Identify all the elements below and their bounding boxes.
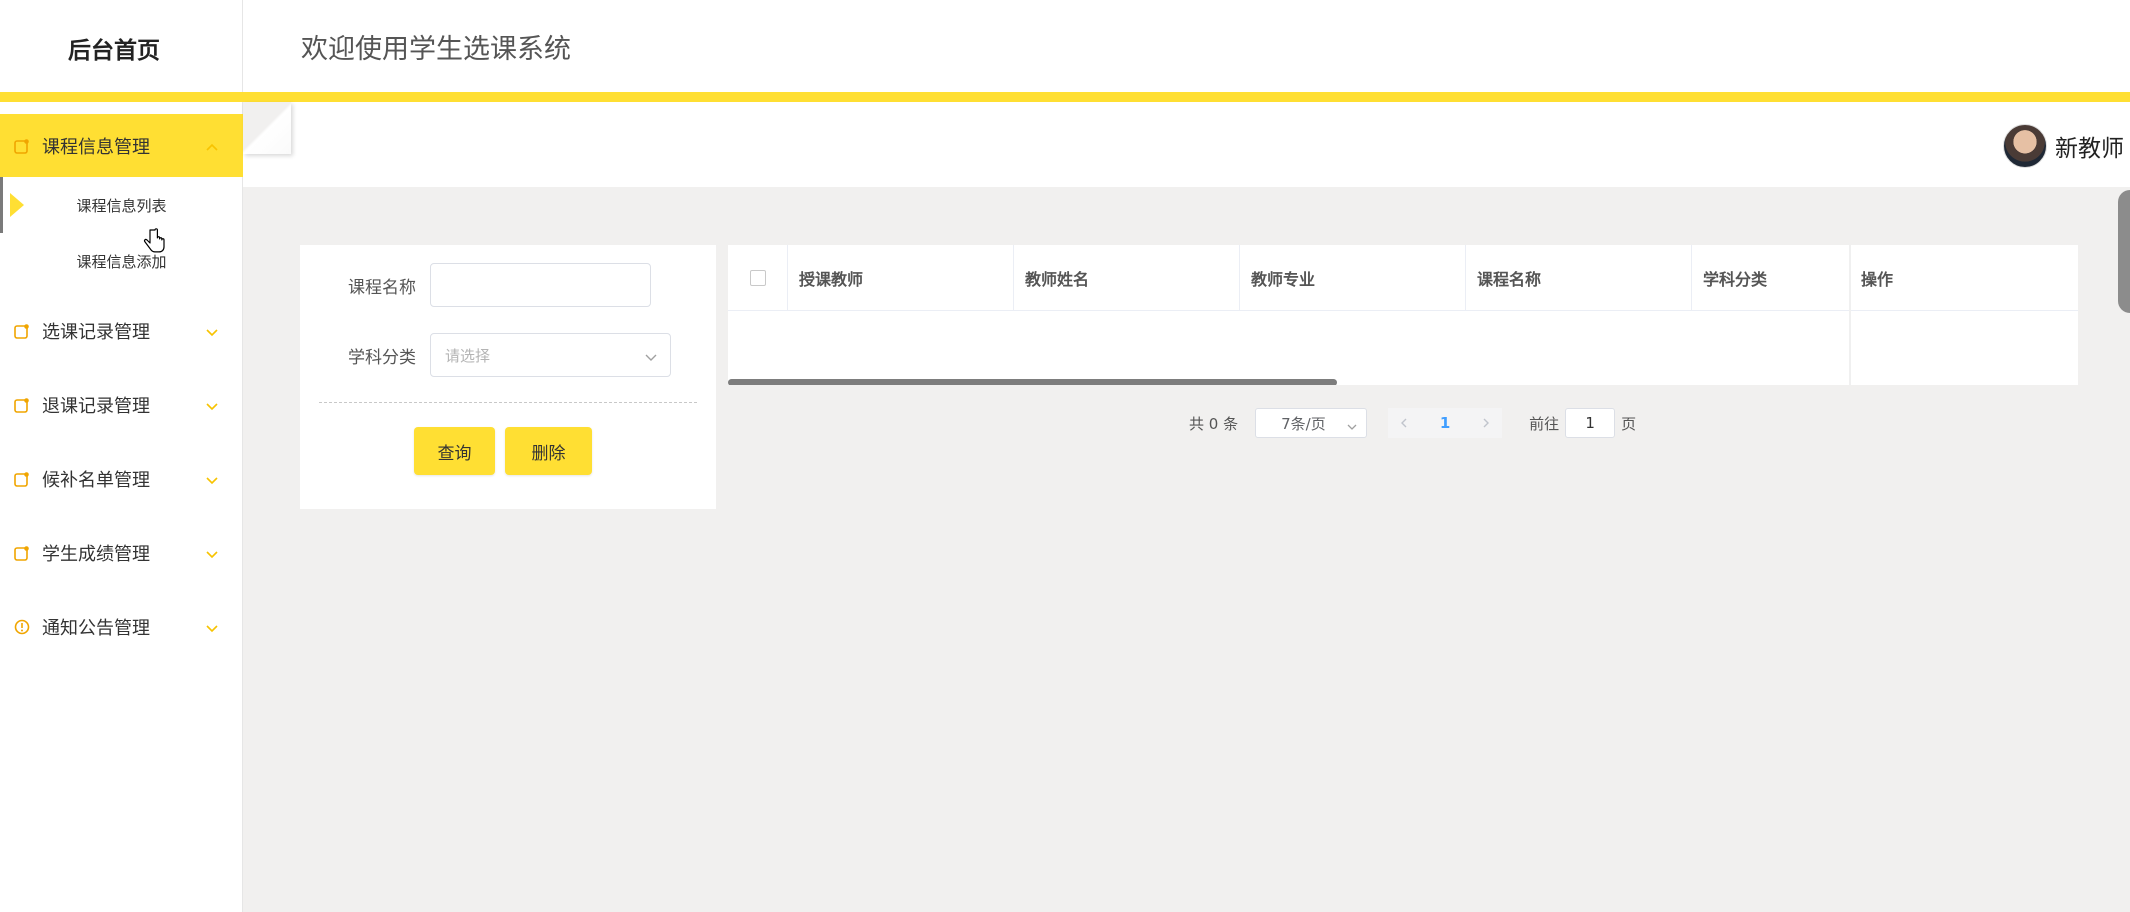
sidebar-subitem-course-add[interactable]: 课程信息添加	[0, 233, 243, 289]
submenu-course-info: 课程信息列表 课程信息添加	[0, 177, 243, 289]
page-fold-corner	[243, 102, 291, 154]
sidebar-item-label: 候补名单管理	[42, 469, 150, 491]
next-page-button[interactable]	[1470, 408, 1503, 438]
chevron-down-icon	[205, 321, 219, 342]
hand-cursor-icon	[143, 228, 165, 253]
course-name-label: 课程名称	[348, 277, 416, 298]
prev-page-button[interactable]	[1388, 408, 1421, 438]
chevron-down-icon	[205, 469, 219, 490]
page-size-value: 7条/页	[1281, 414, 1326, 433]
column-header[interactable]: 授课教师	[788, 245, 1014, 311]
sidebar-item-label: 课程信息管理	[42, 136, 150, 158]
page-size-select[interactable]: 7条/页	[1255, 408, 1368, 438]
total-count: 共 0 条	[1189, 414, 1239, 433]
avatar[interactable]	[2003, 124, 2047, 168]
category-label: 学科分类	[348, 347, 416, 368]
sidebar-item-selection-records[interactable]: 选课记录管理	[0, 299, 243, 362]
chevron-down-icon	[205, 395, 219, 416]
goto-suffix: 页	[1621, 414, 1637, 433]
edit-icon	[14, 471, 30, 487]
course-name-row: 课程名称	[300, 263, 651, 307]
selection-indicator	[0, 177, 3, 233]
sidebar-item-grades[interactable]: 学生成绩管理	[0, 521, 243, 584]
category-select[interactable]: 请选择	[430, 333, 671, 377]
sidebar-subitem-label: 课程信息列表	[76, 196, 167, 215]
column-header[interactable]: 教师专业	[1240, 245, 1466, 311]
select-all-checkbox[interactable]	[749, 270, 766, 286]
sidebar-item-drop-records[interactable]: 退课记录管理	[0, 373, 243, 436]
goto-page-input[interactable]: 1	[1565, 408, 1616, 438]
category-placeholder: 请选择	[445, 346, 491, 365]
sidebar-item-notices[interactable]: 通知公告管理	[0, 595, 243, 658]
sidebar-item-course-info[interactable]: 课程信息管理	[0, 114, 243, 177]
side-scroll-handle[interactable]	[2118, 190, 2130, 313]
edit-icon	[14, 323, 30, 339]
brand-title[interactable]: 后台首页	[0, 0, 242, 95]
search-form: 课程名称 学科分类 请选择 查询 删除	[300, 245, 716, 509]
column-header[interactable]: 课程名称	[1466, 245, 1692, 311]
edit-icon	[14, 545, 30, 561]
chevron-left-icon	[1401, 418, 1407, 428]
course-name-input[interactable]	[430, 263, 651, 307]
sidebar-item-waitlist[interactable]: 候补名单管理	[0, 447, 243, 510]
top-header: 欢迎使用学生选课系统	[243, 0, 2130, 92]
info-icon	[14, 619, 30, 635]
horizontal-scrollbar[interactable]	[728, 379, 1337, 385]
query-button[interactable]: 查询	[414, 427, 495, 475]
user-menu[interactable]: 新教师	[2003, 124, 2124, 168]
category-row: 学科分类 请选择	[300, 333, 671, 377]
chevron-right-icon	[1483, 418, 1490, 428]
edit-icon	[14, 138, 30, 154]
sidebar-menu: 课程信息管理 课程信息列表 课程信息添加 选课记录管理 退课记录管理 候补名单管…	[0, 114, 243, 669]
column-header[interactable]: 操作	[1850, 245, 2078, 311]
fixed-column-shadow	[1849, 245, 1851, 385]
sidebar-item-label: 退课记录管理	[42, 395, 150, 417]
chevron-up-icon	[205, 136, 219, 157]
triangle-right-icon	[10, 193, 24, 217]
sidebar: 后台首页 课程信息管理 课程信息列表 课程信息添加 选课记录管理 退课记录管理 …	[0, 0, 243, 912]
goto-prefix: 前往	[1529, 414, 1560, 433]
edit-icon	[14, 397, 30, 413]
course-table: 授课教师 教师姓名 教师专业 课程名称 学科分类 操作	[728, 245, 2078, 385]
username[interactable]: 新教师	[2055, 129, 2124, 163]
sidebar-subitem-course-list[interactable]: 课程信息列表	[0, 177, 243, 233]
delete-button[interactable]: 删除	[505, 427, 592, 475]
chevron-down-icon	[205, 617, 219, 638]
page-title: 欢迎使用学生选课系统	[301, 33, 571, 65]
column-header[interactable]: 教师姓名	[1014, 245, 1240, 311]
sidebar-item-label: 学生成绩管理	[42, 543, 150, 565]
table-header: 授课教师 教师姓名 教师专业 课程名称 学科分类 操作	[728, 245, 2078, 311]
page-number-current[interactable]: 1	[1420, 408, 1471, 438]
goto-page: 前往 1 页	[1529, 408, 1636, 438]
table-body	[728, 311, 2078, 385]
pagination: 共 0 条 7条/页 1 前往 1 页	[1189, 408, 1636, 438]
sidebar-item-label: 通知公告管理	[42, 617, 150, 639]
sidebar-item-label: 选课记录管理	[42, 321, 150, 343]
chevron-down-icon	[644, 348, 658, 366]
column-header[interactable]: 学科分类	[1692, 245, 1850, 311]
select-all-cell	[728, 245, 788, 311]
tags-bar: 新教师	[243, 102, 2130, 187]
chevron-down-icon	[205, 543, 219, 564]
chevron-down-icon	[1346, 418, 1358, 436]
divider	[319, 402, 697, 403]
header-accent-bar	[0, 92, 2130, 102]
